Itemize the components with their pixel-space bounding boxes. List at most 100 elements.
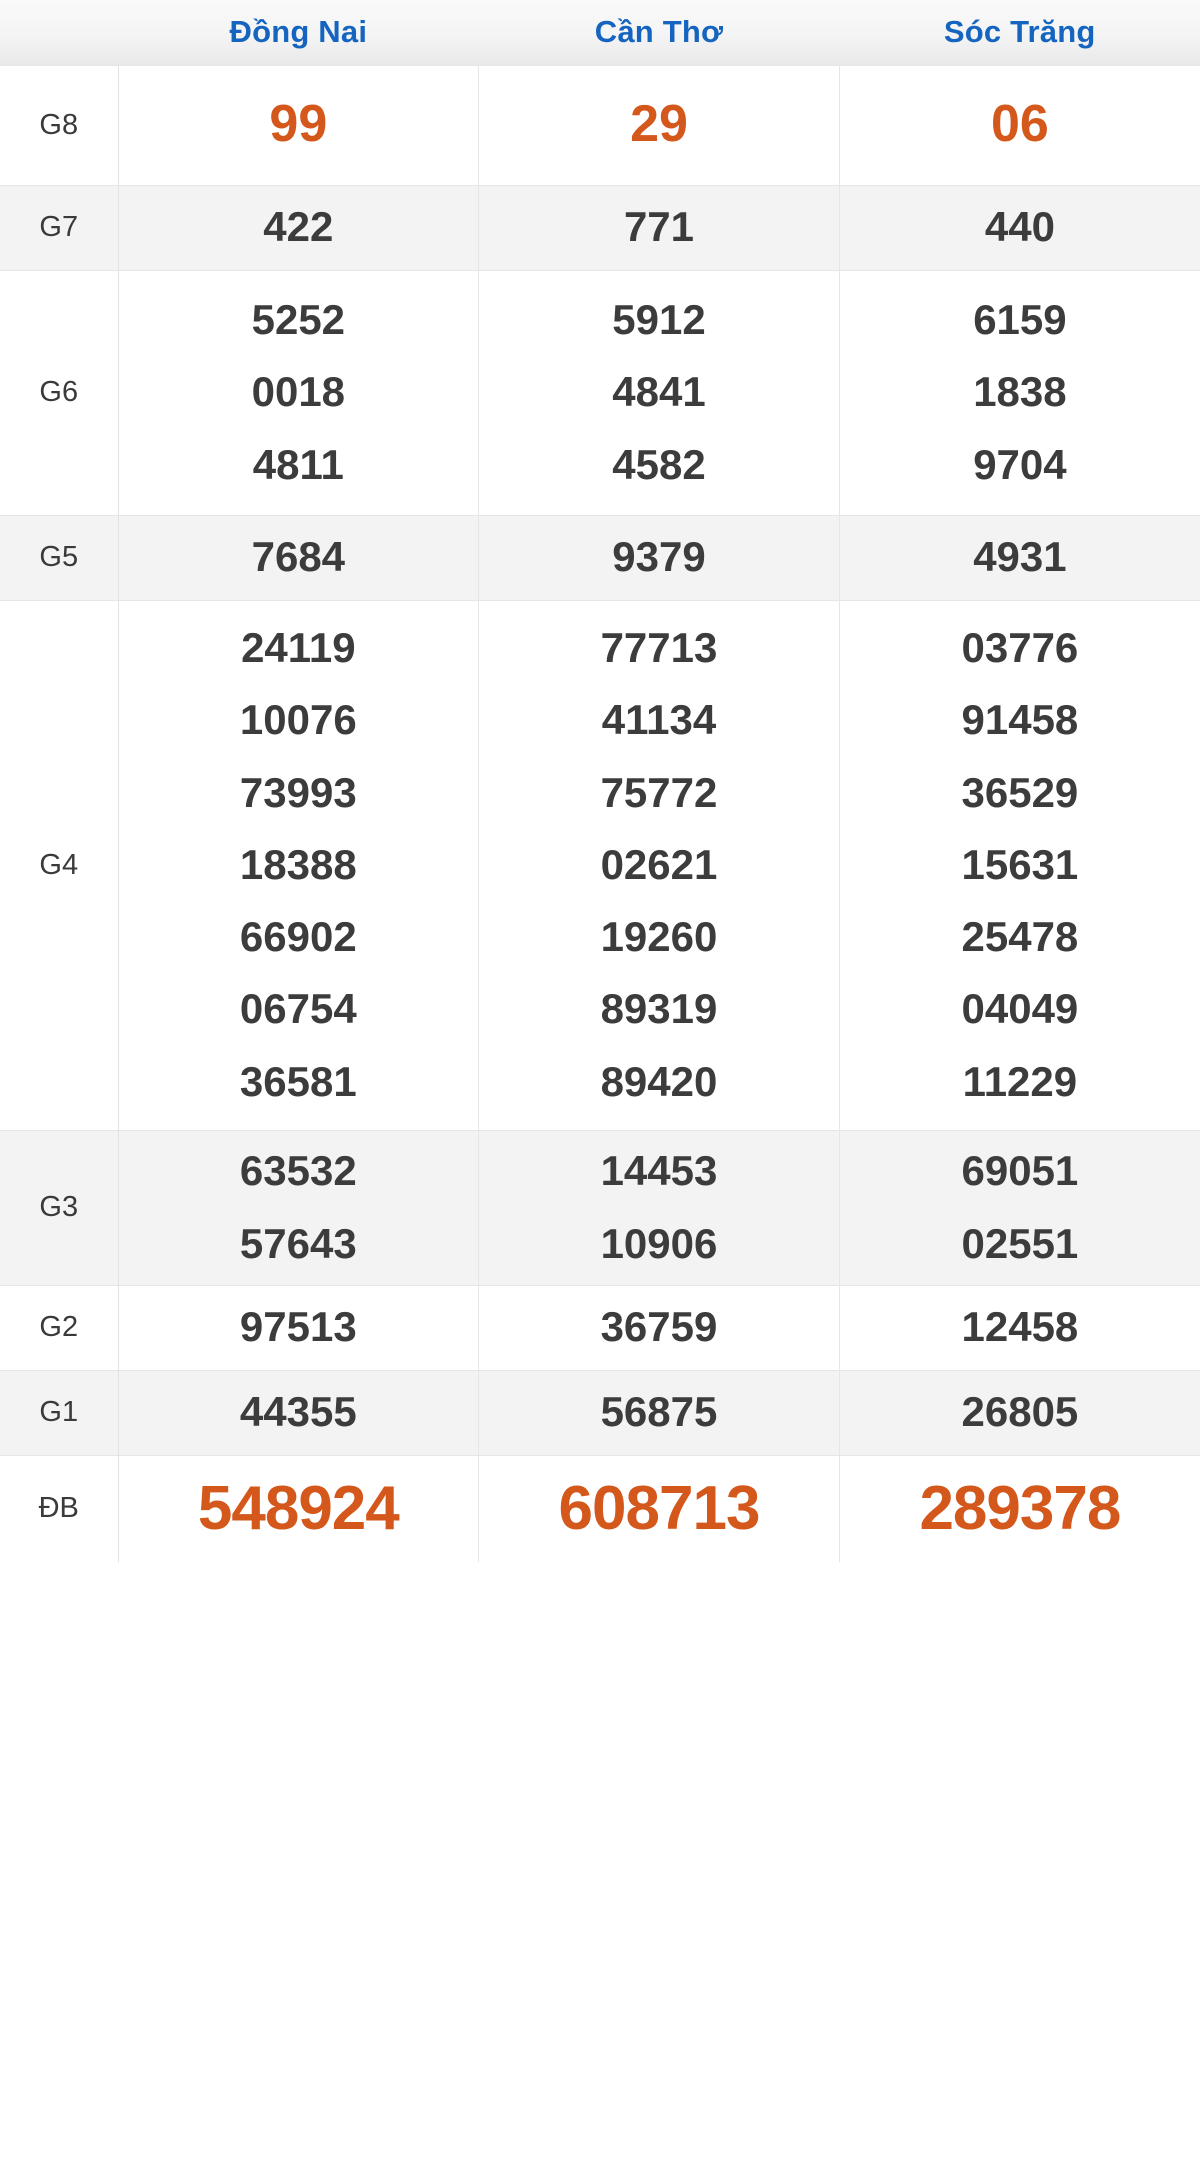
prize-number: 4931 <box>973 533 1067 581</box>
prize-number: 44355 <box>239 1388 357 1436</box>
lottery-results-table: Đồng Nai Cần Thơ Sóc Trăng G8 99 29 06 G7 422… <box>0 0 1200 1563</box>
prize-row: G8 99 29 06 <box>0 64 1200 185</box>
prize-number: 7684 <box>251 533 346 581</box>
prize-number: 771 <box>623 203 695 251</box>
prize-cell: 548924 <box>118 1454 480 1563</box>
prize-number: 73993 <box>239 768 357 816</box>
prize-number: 66902 <box>239 913 357 961</box>
prize-number: 1838 <box>973 368 1067 416</box>
prize-cell: 12458 <box>839 1284 1200 1370</box>
prize-cell: 56875 <box>478 1369 840 1455</box>
prize-row: G3 63532 57643 14453 10906 69051 02551 <box>0 1129 1200 1285</box>
prize-label-7: G1 <box>0 1369 119 1455</box>
prize-number: 75772 <box>600 768 718 816</box>
prize-number: 36529 <box>961 768 1079 816</box>
prize-row: G4 24119 10076 73993 18388 66902 06754 36581 777… <box>0 599 1200 1130</box>
prize-label-2: G6 <box>0 269 119 515</box>
prize-cell: 5912 4841 4582 <box>478 269 840 515</box>
header-corner-cell <box>0 0 118 65</box>
prize-cell: 6159 1838 9704 <box>839 269 1200 515</box>
prize-cell: 608713 <box>478 1454 840 1563</box>
prize-number: 89319 <box>600 985 718 1033</box>
header-row: Đồng Nai Cần Thơ Sóc Trăng <box>0 0 1200 65</box>
prize-row: G1 44355 56875 26805 <box>0 1369 1200 1455</box>
prize-label-6: G2 <box>0 1284 119 1370</box>
prize-row: G7 422 771 440 <box>0 184 1200 270</box>
prize-cell: 63532 57643 <box>118 1129 480 1285</box>
prize-number: 440 <box>984 203 1055 251</box>
prize-cell: 9379 <box>478 514 840 600</box>
prize-cell: 06 <box>839 64 1200 185</box>
prize-cell: 5252 0018 4811 <box>118 269 480 515</box>
prize-number: 04049 <box>961 985 1079 1033</box>
prize-number: 29 <box>630 95 688 154</box>
prize-label-5: G3 <box>0 1129 119 1285</box>
prize-cell: 77713 41134 75772 02621 19260 89319 89420 <box>478 599 840 1130</box>
prize-number: 69051 <box>961 1147 1079 1195</box>
prize-cell: 29 <box>478 64 840 185</box>
prize-cell: 24119 10076 73993 18388 66902 06754 36581 <box>118 599 480 1130</box>
prize-number: 4582 <box>612 440 706 488</box>
prize-label-8: ĐB <box>0 1454 119 1563</box>
prize-number: 548924 <box>197 1473 400 1543</box>
prize-cell: 4931 <box>839 514 1200 600</box>
prize-number: 422 <box>263 203 334 251</box>
prize-cell: 99 <box>118 64 480 185</box>
prize-number: 02551 <box>961 1219 1079 1267</box>
prize-number: 10906 <box>600 1219 718 1267</box>
prize-number: 11229 <box>962 1057 1078 1105</box>
prize-cell: 36759 <box>478 1284 840 1370</box>
prize-cell: 14453 10906 <box>478 1129 840 1285</box>
prize-number: 26805 <box>961 1388 1079 1436</box>
prize-number: 12458 <box>961 1303 1079 1351</box>
prize-label-4: G4 <box>0 599 119 1130</box>
prize-cell: 26805 <box>839 1369 1200 1455</box>
prize-number: 10076 <box>239 696 357 744</box>
prize-number: 9379 <box>612 533 706 581</box>
column-header-dong-nai[interactable]: Đồng Nai <box>118 0 479 65</box>
prize-number: 15631 <box>961 840 1079 888</box>
prize-cell: 440 <box>839 184 1200 270</box>
prize-number: 06 <box>990 95 1049 154</box>
prize-number: 25478 <box>961 913 1079 961</box>
prize-number: 5252 <box>251 296 346 344</box>
prize-number: 06754 <box>239 985 357 1033</box>
prize-cell: 422 <box>118 184 480 270</box>
prize-cell: 44355 <box>118 1369 480 1455</box>
prize-cell: 771 <box>478 184 840 270</box>
prize-number: 0018 <box>251 368 346 416</box>
prize-label-0: G8 <box>0 64 119 185</box>
table-body: G8 99 29 06 G7 422 771 440 G6 5252 0018 4811 5912 484… <box>0 64 1200 1563</box>
prize-number: 41134 <box>601 696 717 744</box>
prize-number: 19260 <box>600 913 718 961</box>
prize-row: G2 97513 36759 12458 <box>0 1284 1200 1370</box>
prize-number: 57643 <box>239 1219 357 1267</box>
prize-number: 4811 <box>252 440 344 488</box>
prize-number: 24119 <box>241 624 356 672</box>
column-header-can-tho[interactable]: Cần Thơ <box>478 0 840 65</box>
prize-number: 99 <box>269 95 328 154</box>
prize-cell: 7684 <box>118 514 480 600</box>
prize-number: 289378 <box>919 1473 1121 1543</box>
prize-label-1: G7 <box>0 184 119 270</box>
prize-number: 02621 <box>600 840 718 888</box>
prize-row: G5 7684 9379 4931 <box>0 514 1200 600</box>
prize-row: ĐB 548924 608713 289378 <box>0 1454 1200 1563</box>
prize-number: 6159 <box>973 296 1067 344</box>
prize-cell: 03776 91458 36529 15631 25478 04049 11229 <box>839 599 1200 1130</box>
prize-number: 36759 <box>600 1303 718 1351</box>
prize-number: 56875 <box>600 1388 718 1436</box>
prize-number: 18388 <box>239 840 357 888</box>
prize-number: 36581 <box>239 1057 357 1105</box>
prize-label-3: G5 <box>0 514 119 600</box>
prize-number: 63532 <box>239 1147 357 1195</box>
column-header-soc-trang[interactable]: Sóc Trăng <box>839 0 1200 65</box>
prize-cell: 97513 <box>118 1284 480 1370</box>
prize-number: 89420 <box>600 1057 718 1105</box>
prize-number: 5912 <box>612 296 706 344</box>
prize-number: 91458 <box>961 696 1079 744</box>
prize-number: 4841 <box>612 368 706 416</box>
prize-cell: 289378 <box>839 1454 1200 1563</box>
prize-number: 77713 <box>600 624 718 672</box>
prize-row: G6 5252 0018 4811 5912 4841 4582 6159 1838 9704 <box>0 269 1200 515</box>
